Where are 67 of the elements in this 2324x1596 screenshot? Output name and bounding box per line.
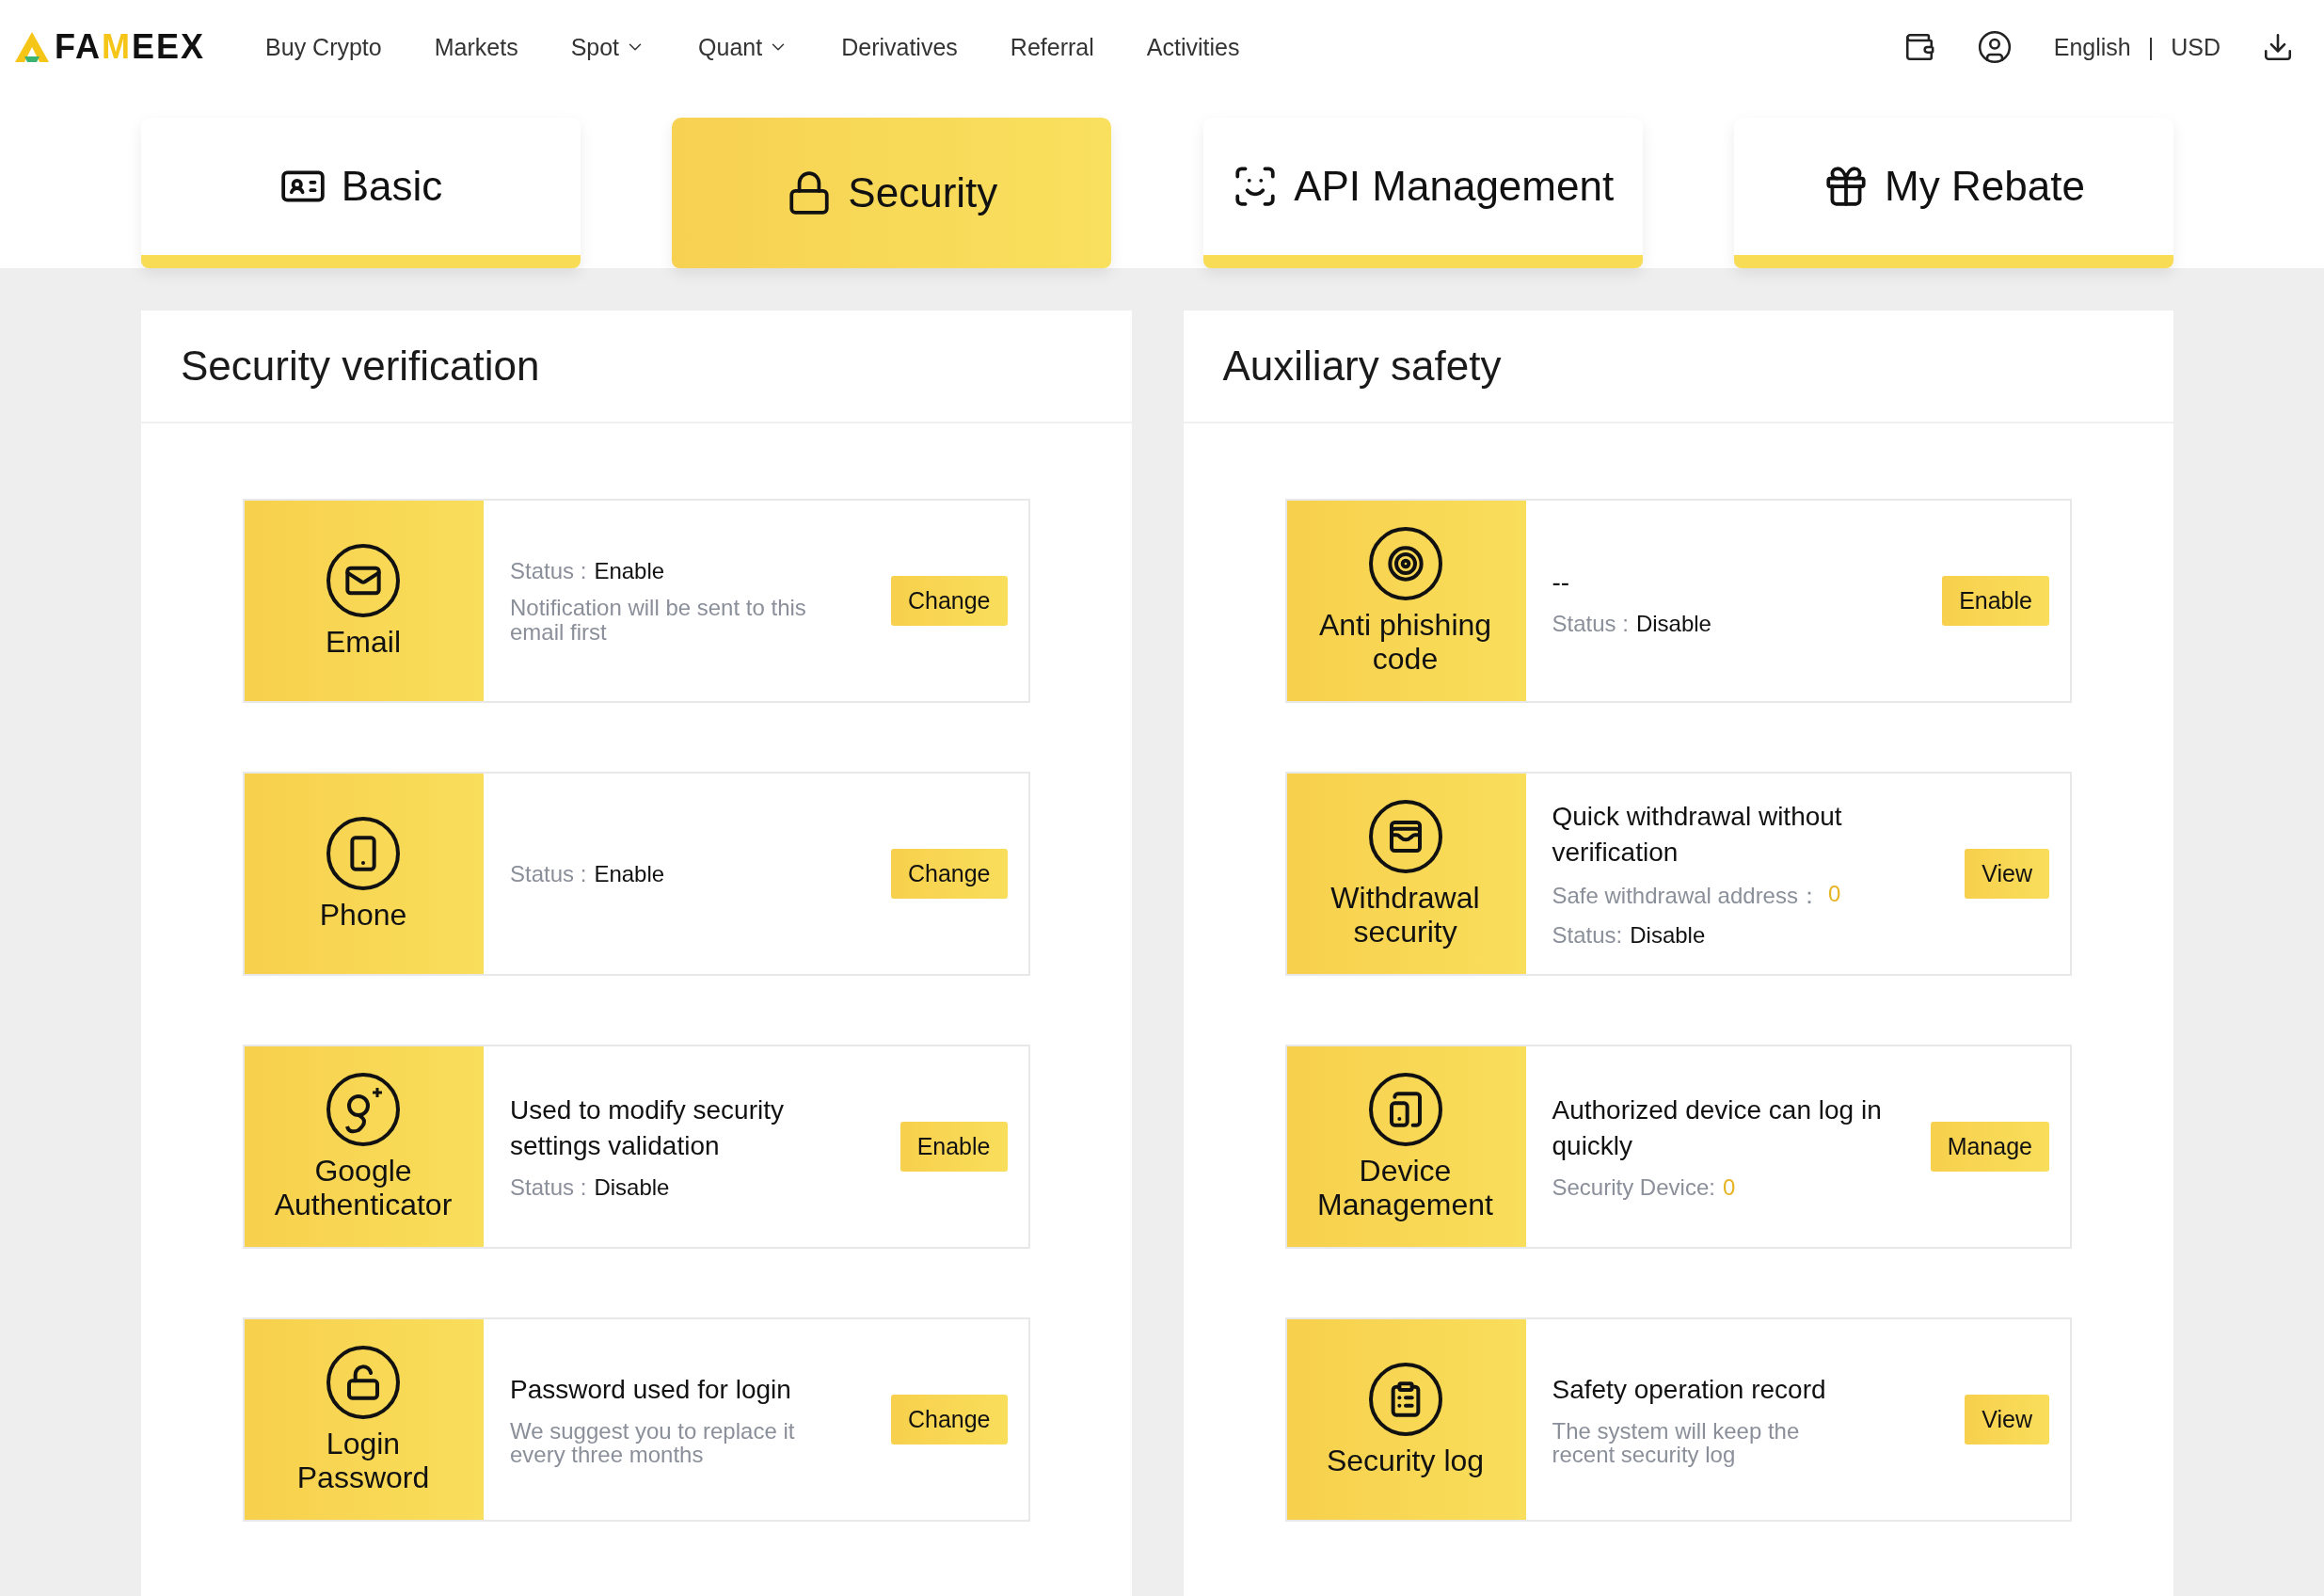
- description-text: Authorized device can log in quickly: [1552, 1093, 1883, 1162]
- nav-link[interactable]: Activities: [1146, 33, 1240, 61]
- setting-name: Phone: [319, 898, 407, 933]
- action-button[interactable]: Change: [890, 849, 1008, 899]
- description-text: Used to modify security settings validation: [510, 1093, 785, 1162]
- description-text: Password used for login: [510, 1374, 792, 1407]
- panel-title: Auxiliary safety: [1183, 311, 2173, 423]
- circled-wallet-icon: [1367, 799, 1443, 875]
- status-label: Status:: [1552, 922, 1623, 950]
- download-icon[interactable]: [2262, 31, 2294, 63]
- nav-link[interactable]: Spot: [570, 33, 646, 61]
- action-button[interactable]: Change: [890, 576, 1008, 626]
- description-text: Quick withdrawal without verification: [1552, 800, 1843, 869]
- tab[interactable]: API Management: [1202, 118, 1643, 268]
- nav-link[interactable]: Derivatives: [841, 33, 958, 61]
- status-label: Status :: [510, 860, 587, 887]
- currency-link[interactable]: USD: [2171, 33, 2221, 61]
- status-label: Status :: [510, 558, 587, 585]
- language-link[interactable]: English: [2053, 33, 2131, 61]
- setting-name: Anti phishing code: [1317, 609, 1493, 676]
- hint-text: We suggest you to replace it every three months: [510, 1419, 796, 1467]
- circled-target-icon: [1367, 526, 1443, 602]
- status-value: Disable: [1630, 922, 1706, 950]
- circled-unlock-icon: [326, 1345, 401, 1421]
- google-g-plus-icon: [326, 1072, 401, 1148]
- nav-link[interactable]: Quant: [698, 33, 789, 61]
- setting-name: Email: [326, 625, 401, 660]
- setting-name: Google Authenticator: [273, 1155, 454, 1221]
- tab[interactable]: Security: [672, 118, 1112, 268]
- action-button[interactable]: View: [1965, 1395, 2049, 1444]
- action-button[interactable]: Manage: [1930, 1122, 2049, 1172]
- circled-mail-icon: [326, 542, 401, 618]
- nav-link[interactable]: Buy Crypto: [265, 33, 382, 61]
- separator-text: |: [2147, 33, 2155, 61]
- setting-name: Security log: [1326, 1444, 1485, 1478]
- nav-link[interactable]: Markets: [434, 33, 518, 61]
- setting-name: Device Management: [1316, 1155, 1494, 1221]
- setting-name: Login Password: [295, 1428, 431, 1494]
- status-label: Status :: [1552, 611, 1629, 638]
- hint-text: Notification will be sent to this email first: [510, 596, 807, 644]
- status-value: Disable: [594, 1174, 670, 1202]
- count-label: Safe withdrawal address：: [1552, 882, 1821, 911]
- action-button[interactable]: Enable: [899, 1122, 1008, 1172]
- action-button[interactable]: View: [1965, 849, 2049, 899]
- logo-icon: [13, 30, 51, 64]
- description-text: --: [1552, 566, 1571, 598]
- status-label: Status :: [510, 1174, 587, 1202]
- description-text: Safety operation record: [1552, 1374, 1827, 1407]
- action-button[interactable]: Enable: [1942, 576, 2049, 626]
- count-label: Security Device:: [1552, 1174, 1715, 1202]
- count-value: 0: [1722, 1174, 1736, 1202]
- logo-text[interactable]: FAMEEX: [55, 27, 206, 67]
- tab[interactable]: My Rebate: [1734, 118, 2173, 268]
- action-button[interactable]: Change: [890, 1395, 1008, 1444]
- circled-log-icon: [1367, 1361, 1443, 1437]
- status-value: Enable: [594, 558, 665, 585]
- circled-phone-icon: [326, 815, 401, 891]
- user-icon[interactable]: [1976, 29, 2013, 65]
- nav-link[interactable]: Referral: [1010, 33, 1094, 61]
- tab[interactable]: Basic: [141, 118, 581, 268]
- hint-text: The system will keep the recent security log: [1552, 1419, 1801, 1467]
- setting-name: Withdrawal security: [1329, 882, 1481, 949]
- circled-device-icon: [1367, 1072, 1443, 1148]
- panel-title: Security verification: [141, 311, 1132, 423]
- status-value: Enable: [594, 860, 665, 887]
- status-value: Disable: [1635, 611, 1711, 638]
- count-value: 0: [1827, 881, 1841, 909]
